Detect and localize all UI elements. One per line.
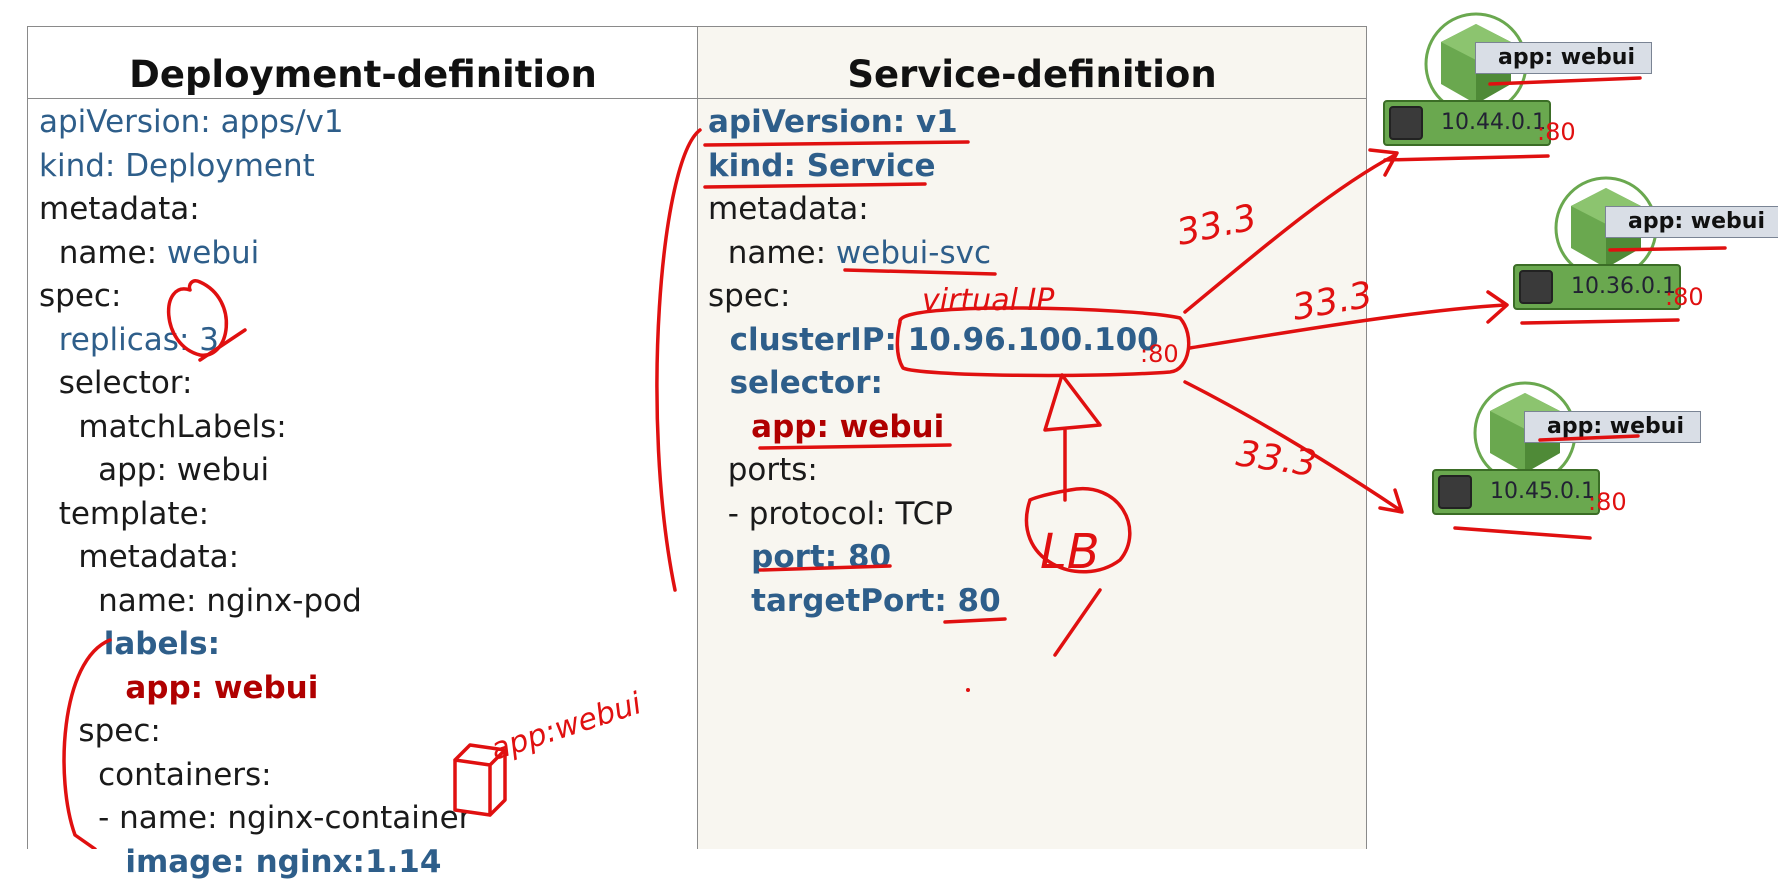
deployment-panel: Deployment-definition apiVersion: apps/v… [27, 26, 698, 849]
pod-ip-box: 10.45.0.1 [1432, 469, 1600, 515]
pod-ip: 10.45.0.1 [1490, 471, 1595, 513]
yaml-line: selector: [708, 362, 1366, 406]
yaml-token: name: [708, 235, 836, 271]
yaml-token: apiVersion: apps/v1 [39, 104, 344, 140]
yaml-line: port: 80 [708, 536, 1366, 580]
network-port-icon [1438, 475, 1472, 509]
yaml-token: - protocol: TCP [708, 496, 953, 532]
pod-label: app: webui [1475, 42, 1652, 74]
yaml-line: image: nginx:1.14 [39, 841, 698, 884]
yaml-line: spec: [39, 275, 698, 319]
yaml-token: kind: Deployment [39, 148, 315, 184]
yaml-token: - name: nginx-container [39, 800, 471, 836]
service-panel: Service-definition apiVersion: v1 kind: S… [697, 26, 1367, 849]
yaml-token: ports: [708, 452, 818, 488]
yaml-token: name: [39, 235, 167, 271]
yaml-line: apiVersion: apps/v1 [39, 101, 698, 145]
pod-label: app: webui [1605, 206, 1778, 238]
yaml-token: metadata: [39, 191, 200, 227]
yaml-line: template: [39, 493, 698, 537]
yaml-line: labels: [39, 623, 698, 667]
pod-ip: 10.44.0.1 [1441, 102, 1546, 144]
pod-label: app: webui [1524, 411, 1701, 443]
yaml-token: matchLabels: [39, 409, 287, 445]
yaml-line: name: webui [39, 232, 698, 276]
yaml-token: port: 80 [708, 539, 891, 575]
pod-2: app: webui 10.36.0.1 [1513, 176, 1778, 336]
pod-3: app: webui 10.45.0.1 [1432, 381, 1712, 541]
yaml-line: app: webui [39, 667, 698, 711]
yaml-token: selector: [39, 365, 192, 401]
yaml-line: - name: nginx-container [39, 797, 698, 841]
yaml-token: metadata: [708, 191, 869, 227]
yaml-line: ports: [708, 449, 1366, 493]
yaml-token: webui [167, 235, 259, 271]
yaml-token: app: webui [39, 452, 269, 488]
yaml-line: - protocol: TCP [708, 493, 1366, 537]
yaml-token: selector: [708, 365, 883, 401]
yaml-line: replicas: 3 [39, 319, 698, 363]
yaml-token: spec: [39, 713, 161, 749]
yaml-line: spec: [708, 275, 1366, 319]
yaml-line: clusterIP: 10.96.100.100 [708, 319, 1366, 363]
yaml-token: app: webui [708, 409, 944, 445]
pod-1: app: webui 10.44.0.1 [1383, 12, 1663, 172]
yaml-token: kind: Service [708, 148, 936, 184]
deployment-yaml: apiVersion: apps/v1 kind: Deployment metad… [28, 101, 698, 884]
yaml-token: containers: [39, 757, 272, 793]
yaml-token: metadata: [39, 539, 239, 575]
network-port-icon [1389, 106, 1423, 140]
yaml-line: app: webui [39, 449, 698, 493]
yaml-token: targetPort: 80 [708, 583, 1001, 619]
yaml-token: webui-svc [836, 235, 991, 271]
yaml-token: clusterIP: 10.96.100.100 [708, 322, 1159, 358]
yaml-line: metadata: [39, 536, 698, 580]
yaml-line: kind: Service [708, 145, 1366, 189]
deployment-title: Deployment-definition [28, 27, 698, 99]
yaml-line: name: nginx-pod [39, 580, 698, 624]
yaml-line: spec: [39, 710, 698, 754]
yaml-line: targetPort: 80 [708, 580, 1366, 624]
yaml-line: apiVersion: v1 [708, 101, 1366, 145]
yaml-line: metadata: [39, 188, 698, 232]
yaml-token: template: [39, 496, 209, 532]
network-port-icon [1519, 270, 1553, 304]
yaml-token: apiVersion: v1 [708, 104, 958, 140]
yaml-token: replicas: 3 [39, 322, 219, 358]
yaml-token: spec: [39, 278, 121, 314]
pod-ip-box: 10.44.0.1 [1383, 100, 1551, 146]
yaml-token: spec: [708, 278, 790, 314]
pod-ip: 10.36.0.1 [1571, 266, 1676, 308]
yaml-token: labels: [39, 626, 220, 662]
yaml-line: name: webui-svc [708, 232, 1366, 276]
yaml-line: kind: Deployment [39, 145, 698, 189]
pod-ip-box: 10.36.0.1 [1513, 264, 1681, 310]
yaml-line: selector: [39, 362, 698, 406]
yaml-line: matchLabels: [39, 406, 698, 450]
yaml-token: name: nginx-pod [39, 583, 362, 619]
yaml-line: containers: [39, 754, 698, 798]
yaml-token: app: webui [39, 670, 318, 706]
yaml-line: app: webui [708, 406, 1366, 450]
service-title: Service-definition [698, 27, 1366, 99]
service-yaml: apiVersion: v1 kind: Service metadata: nam… [698, 101, 1366, 623]
yaml-line: metadata: [708, 188, 1366, 232]
